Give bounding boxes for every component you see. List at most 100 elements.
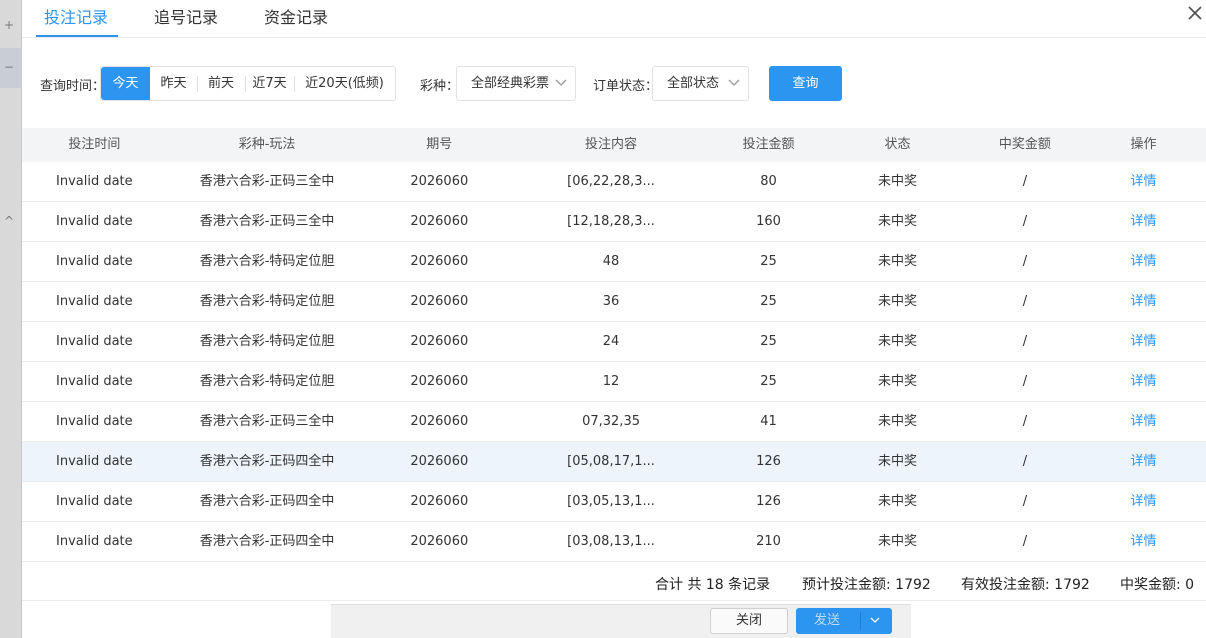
detail-link[interactable]: 详情: [1081, 242, 1206, 281]
detail-link[interactable]: 详情: [1081, 402, 1206, 441]
total-records: 合计 共 18 条记录: [655, 577, 771, 593]
close-button[interactable]: 关闭: [710, 608, 788, 634]
chevron-down-icon: [555, 79, 567, 86]
cell-bet-time: Invalid date: [56, 294, 133, 309]
order-status-select[interactable]: 全部状态: [652, 66, 749, 101]
query-button[interactable]: 查询: [769, 66, 842, 101]
cell-bet-amount: 160: [756, 214, 781, 229]
cell-win-amount: /: [1022, 254, 1028, 269]
column-header-action: 操作: [1130, 137, 1157, 152]
detail-link[interactable]: 详情: [1081, 202, 1206, 241]
plus-icon: +: [4, 18, 15, 32]
cell-win-amount: /: [1022, 454, 1028, 469]
cell-bet-content: 36: [602, 294, 620, 309]
time-option-yesterday[interactable]: 昨天: [150, 67, 197, 100]
cell-lottery-play: 香港六合彩-特码定位胆: [199, 254, 335, 269]
cell-lottery-play: 香港六合彩-正码三全中: [199, 214, 335, 229]
detail-link[interactable]: 详情: [1081, 282, 1206, 321]
table-row: Invalid date 香港六合彩-正码四全中 2026060 [03,05,13,…: [22, 482, 1206, 522]
cell-bet-content: 24: [602, 334, 620, 349]
table-header: 投注时间 彩种-玩法 期号 投注内容 投注金额 状态 中奖金额 操作: [22, 128, 1206, 162]
cell-bet-content: 07,32,35: [582, 414, 640, 429]
detail-link[interactable]: 详情: [1081, 162, 1206, 201]
cell-win-amount: /: [1022, 334, 1028, 349]
cell-status: 未中奖: [877, 254, 917, 269]
cell-status: 未中奖: [877, 494, 917, 509]
detail-link[interactable]: 详情: [1081, 442, 1206, 481]
send-button[interactable]: 发送: [796, 608, 892, 634]
table-row: Invalid date 香港六合彩-正码三全中 2026060 [12,18,28,…: [22, 202, 1206, 242]
background-app-edge: + − ^: [0, 0, 22, 638]
table-row: Invalid date 香港六合彩-特码定位胆 2026060 12 25 未中奖 / 详情: [22, 362, 1206, 402]
cell-status: 未中奖: [877, 534, 917, 549]
column-header-status: 状态: [884, 137, 911, 152]
cell-win-amount: /: [1022, 214, 1028, 229]
lottery-select-value: 全部经典彩票: [471, 76, 550, 91]
cell-bet-amount: 41: [760, 414, 777, 429]
cell-bet-content: [03,05,13,1...: [567, 494, 655, 509]
bet-records-table: 投注时间 彩种-玩法 期号 投注内容 投注金额 状态 中奖金额 操作 Inval…: [22, 128, 1206, 562]
detail-link[interactable]: 详情: [1081, 362, 1206, 401]
time-range-selector: 今天 昨天 前天 近7天 近20天(低频): [100, 66, 396, 101]
cell-bet-time: Invalid date: [56, 334, 133, 349]
cell-status: 未中奖: [877, 374, 917, 389]
cell-bet-content: [03,08,13,1...: [567, 534, 655, 549]
chevron-down-icon[interactable]: [870, 617, 880, 624]
cell-win-amount: /: [1022, 414, 1028, 429]
cell-issue: 2026060: [410, 454, 469, 469]
table-row: Invalid date 香港六合彩-正码四全中 2026060 [03,08,13,…: [22, 522, 1206, 562]
tab-fund-records[interactable]: 资金记录: [264, 4, 328, 28]
detail-link[interactable]: 详情: [1081, 482, 1206, 521]
cell-win-amount: /: [1022, 374, 1028, 389]
close-icon[interactable]: [1186, 4, 1204, 22]
win-amount-total: 中奖金额: 0: [1120, 577, 1195, 593]
column-header-win-amount: 中奖金额: [998, 137, 1051, 152]
cell-issue: 2026060: [410, 334, 469, 349]
tab-chase-records[interactable]: 追号记录: [154, 4, 218, 28]
table-row: Invalid date 香港六合彩-正码三全中 2026060 [06,22,28,…: [22, 162, 1206, 202]
column-header-issue: 期号: [426, 137, 453, 152]
summary-bar: 合计 共 18 条记录 预计投注金额: 1792 有效投注金额: 1792 中奖…: [22, 563, 1206, 601]
lottery-filter-label: 彩种：: [420, 79, 460, 94]
cell-issue: 2026060: [410, 374, 469, 389]
valid-bet-amount: 有效投注金额: 1792: [961, 577, 1090, 593]
cell-bet-amount: 25: [760, 334, 777, 349]
cell-lottery-play: 香港六合彩-特码定位胆: [199, 334, 335, 349]
cell-bet-time: Invalid date: [56, 174, 133, 189]
cell-bet-content: 48: [602, 254, 620, 269]
tab-bet-records[interactable]: 投注记录: [44, 4, 108, 28]
cell-bet-amount: 25: [760, 254, 777, 269]
detail-link[interactable]: 详情: [1081, 322, 1206, 361]
time-option-20-days[interactable]: 近20天(低频): [294, 67, 395, 100]
cell-bet-time: Invalid date: [56, 414, 133, 429]
cell-bet-amount: 25: [760, 294, 777, 309]
cell-bet-time: Invalid date: [56, 374, 133, 389]
cell-bet-time: Invalid date: [56, 494, 133, 509]
column-header-bet-time: 投注时间: [68, 137, 121, 152]
time-option-7-days[interactable]: 近7天: [245, 67, 294, 100]
cell-lottery-play: 香港六合彩-正码三全中: [199, 174, 335, 189]
cell-bet-time: Invalid date: [56, 534, 133, 549]
cell-bet-content: 12: [602, 374, 620, 389]
send-button-divider: [860, 612, 861, 630]
column-header-amount: 投注金额: [742, 137, 795, 152]
cell-bet-amount: 126: [756, 454, 781, 469]
send-button-label: 发送: [814, 613, 841, 628]
order-status-select-value: 全部状态: [667, 76, 720, 91]
table-body: Invalid date 香港六合彩-正码三全中 2026060 [06,22,28,…: [22, 162, 1206, 562]
table-row: Invalid date 香港六合彩-特码定位胆 2026060 24 25 未中奖 / 详情: [22, 322, 1206, 362]
cell-issue: 2026060: [410, 214, 469, 229]
chevron-down-icon: [728, 79, 740, 86]
detail-link[interactable]: 详情: [1081, 522, 1206, 561]
cell-bet-amount: 25: [760, 374, 777, 389]
lottery-select[interactable]: 全部经典彩票: [456, 66, 576, 101]
cell-issue: 2026060: [410, 414, 469, 429]
cell-bet-content: [12,18,28,3...: [567, 214, 655, 229]
time-option-day-before[interactable]: 前天: [197, 67, 245, 100]
cell-issue: 2026060: [410, 294, 469, 309]
table-row: Invalid date 香港六合彩-特码定位胆 2026060 48 25 未中奖 / 详情: [22, 242, 1206, 282]
table-row: Invalid date 香港六合彩-正码四全中 2026060 [05,08,17,…: [22, 442, 1206, 482]
cell-bet-amount: 126: [756, 494, 781, 509]
time-option-today[interactable]: 今天: [101, 67, 150, 100]
active-tab-indicator: [36, 35, 118, 37]
